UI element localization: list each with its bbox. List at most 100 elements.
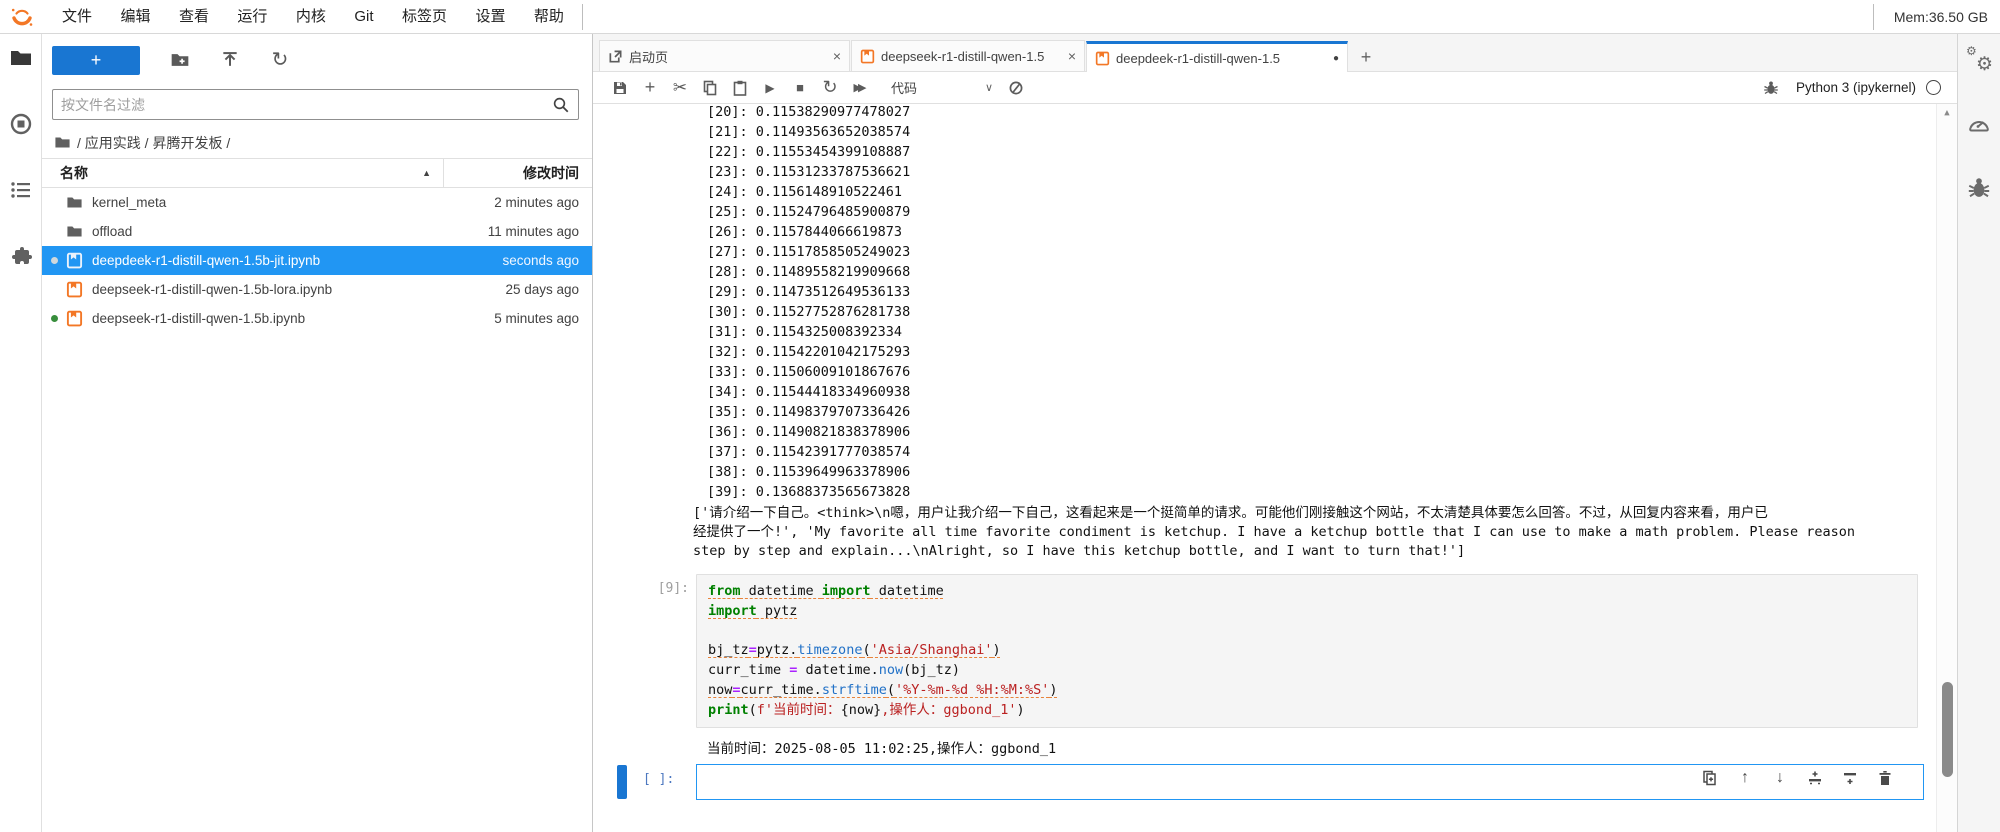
cell-toolbar: ↑ ↓: [1701, 769, 1894, 787]
file-browser-icon[interactable]: [9, 46, 33, 70]
column-modified[interactable]: 修改时间: [444, 163, 592, 183]
file-modified-time: 25 days ago: [442, 282, 592, 297]
file-row[interactable]: deepseek-r1-distill-qwen-1.5b.ipynb 5 mi…: [42, 304, 592, 333]
copy-cells-icon[interactable]: [695, 76, 725, 100]
insert-cell-above-icon[interactable]: [1806, 769, 1824, 787]
notebook-icon: [66, 252, 83, 269]
notebook-scrollbar[interactable]: ▲: [1936, 104, 1957, 832]
menu-item-设置[interactable]: 设置: [463, 8, 517, 25]
new-launcher-button[interactable]: +: [52, 46, 140, 75]
file-name: kernel_meta: [92, 195, 442, 210]
tab[interactable]: 启动页 ×: [599, 40, 850, 71]
cell-type-select[interactable]: 代码 ∨: [883, 76, 1001, 100]
duplicate-cell-icon[interactable]: [1701, 769, 1719, 787]
paste-cells-icon[interactable]: [725, 76, 755, 100]
file-name: deepseek-r1-distill-qwen-1.5b.ipynb: [92, 311, 442, 326]
notebook-icon: [860, 49, 875, 64]
kernel-running-dot: [51, 286, 58, 293]
file-modified-time: 2 minutes ago: [442, 195, 592, 210]
code-cell-output: 当前时间：2025-08-05 11:02:25,操作人：ggbond_1: [707, 737, 1056, 757]
scroll-up-icon[interactable]: ▲: [1937, 108, 1957, 118]
right-activity-bar: ⚙⚙: [1957, 34, 2000, 832]
kernel-running-dot: [51, 199, 58, 206]
run-cell-icon[interactable]: ▶: [755, 76, 785, 100]
table-of-contents-icon[interactable]: [9, 178, 33, 202]
folder-icon: [66, 194, 83, 211]
input-prompt: [9]:: [629, 581, 689, 596]
notebook-icon: [66, 281, 83, 298]
menu-item-Git[interactable]: Git: [342, 8, 385, 25]
file-browser-toolbar: + ↻: [42, 42, 592, 78]
property-inspector-icon[interactable]: ⚙⚙: [1967, 48, 1991, 72]
breadcrumb-path: / 应用实践 / 昇腾开发板 /: [77, 133, 230, 153]
resource-usage-icon[interactable]: [1967, 112, 1991, 136]
delete-cell-icon[interactable]: [1876, 769, 1894, 787]
file-list-header: 名称 ▲ 修改时间: [42, 158, 592, 188]
notebook-toolbar: + ✂ ▶ ■ ↻ ▶▶ 代码 ∨: [593, 72, 1957, 104]
file-modified-time: 5 minutes ago: [442, 311, 592, 326]
sort-ascending-icon[interactable]: ▲: [422, 168, 431, 178]
menu-item-编辑[interactable]: 编辑: [108, 8, 162, 25]
kernel-name[interactable]: Python 3 (ipykernel): [1796, 80, 1916, 95]
filter-input[interactable]: [53, 97, 552, 113]
menu-item-查看[interactable]: 查看: [167, 8, 221, 25]
move-cell-down-icon[interactable]: ↓: [1771, 769, 1789, 787]
notebook-icon: [1095, 51, 1110, 66]
scrollbar-thumb[interactable]: [1942, 682, 1953, 777]
menu-item-文件[interactable]: 文件: [50, 8, 104, 25]
empty-input-prompt: [ ]:: [643, 772, 674, 787]
format-code-icon[interactable]: [1001, 76, 1031, 100]
tab[interactable]: deepdeek-r1-distill-qwen-1.5 ●: [1086, 41, 1348, 72]
file-name: offload: [92, 224, 442, 239]
menu-item-运行[interactable]: 运行: [225, 8, 279, 25]
memory-indicator: Mem:36.50 GB: [1894, 9, 1988, 25]
column-name[interactable]: 名称 ▲: [42, 163, 443, 183]
notebook-content: [20]: 0.11538290977478027 [21]: 0.114935…: [593, 104, 1957, 832]
kernel-running-dot: [51, 228, 58, 235]
insert-cell-below-icon[interactable]: [1841, 769, 1859, 787]
file-row[interactable]: deepdeek-r1-distill-qwen-1.5b-jit.ipynb …: [42, 246, 592, 275]
save-icon[interactable]: [605, 76, 635, 100]
cell-output-text: ['请介绍一下自己。<think>\n嗯，用户让我介绍一下自己，这看起来是一个挺…: [693, 504, 1855, 561]
debugger-sidebar-icon[interactable]: [1967, 176, 1991, 200]
menu-divider: [582, 4, 583, 30]
memory-divider: [1873, 4, 1874, 30]
tab-bar: 启动页 × deepseek-r1-distill-qwen-1.5 × dee…: [593, 34, 1957, 72]
unsaved-changes-dot[interactable]: ●: [1333, 53, 1339, 64]
file-list: kernel_meta 2 minutes ago offload 11 min…: [42, 188, 592, 832]
file-modified-time: 11 minutes ago: [442, 224, 592, 239]
close-tab-icon[interactable]: ×: [833, 49, 841, 63]
main-dock-panel: 启动页 × deepseek-r1-distill-qwen-1.5 × dee…: [593, 34, 1957, 832]
tab-label: deepdeek-r1-distill-qwen-1.5: [1116, 51, 1325, 66]
kernel-status-icon: [1926, 80, 1941, 95]
home-folder-icon[interactable]: [54, 134, 71, 151]
cut-cells-icon[interactable]: ✂: [665, 76, 695, 100]
file-row[interactable]: offload 11 minutes ago: [42, 217, 592, 246]
left-activity-bar: [0, 34, 42, 832]
breadcrumb[interactable]: / 应用实践 / 昇腾开发板 /: [42, 127, 592, 158]
menu-item-帮助[interactable]: 帮助: [522, 8, 576, 25]
new-tab-button[interactable]: +: [1351, 43, 1381, 71]
restart-run-all-icon[interactable]: ▶▶: [845, 76, 875, 100]
launcher-icon: [608, 49, 623, 64]
menu-item-内核[interactable]: 内核: [284, 8, 338, 25]
running-sessions-icon[interactable]: [9, 112, 33, 136]
code-cell-editor[interactable]: from datetime import datetimeimport pytz…: [696, 574, 1918, 728]
top-menu-bar: 文件 编辑 查看 运行 内核 Git 标签页 设置 帮助 Mem:36.50 G…: [0, 0, 2000, 34]
tab[interactable]: deepseek-r1-distill-qwen-1.5 ×: [851, 40, 1085, 71]
stop-kernel-icon[interactable]: ■: [785, 76, 815, 100]
file-browser-panel: + ↻: [42, 34, 593, 832]
refresh-icon[interactable]: ↻: [270, 50, 290, 70]
cell-type-value: 代码: [891, 78, 917, 97]
new-folder-icon[interactable]: [170, 50, 190, 70]
debugger-icon[interactable]: [1756, 76, 1786, 100]
file-row[interactable]: kernel_meta 2 minutes ago: [42, 188, 592, 217]
restart-kernel-icon[interactable]: ↻: [815, 76, 845, 100]
close-tab-icon[interactable]: ×: [1068, 49, 1076, 63]
file-row[interactable]: deepseek-r1-distill-qwen-1.5b-lora.ipynb…: [42, 275, 592, 304]
upload-icon[interactable]: [220, 50, 240, 70]
add-cell-icon[interactable]: +: [635, 76, 665, 100]
move-cell-up-icon[interactable]: ↑: [1736, 769, 1754, 787]
menu-item-标签页[interactable]: 标签页: [390, 8, 459, 25]
extension-manager-icon[interactable]: [9, 244, 33, 268]
